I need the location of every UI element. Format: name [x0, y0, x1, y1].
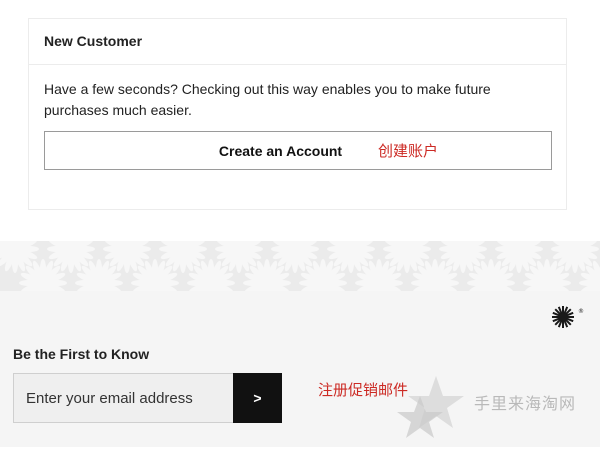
create-account-annotation: 创建账户: [378, 140, 438, 161]
flower-pattern: [0, 241, 600, 291]
email-input[interactable]: [13, 373, 233, 423]
create-account-button[interactable]: Create an Account 创建账户: [44, 131, 552, 170]
new-customer-heading: New Customer: [29, 19, 566, 65]
flower-shape: [0, 241, 39, 273]
newsletter-submit-button[interactable]: >: [233, 373, 282, 423]
new-customer-card: New Customer Have a few seconds? Checkin…: [28, 18, 567, 210]
decorative-flower-band: [0, 241, 600, 291]
new-customer-description: Have a few seconds? Checking out this wa…: [44, 79, 544, 121]
sunburst-logo-icon: ®: [551, 304, 585, 330]
newsletter-footer: ® Be the First to Know > 注册促销邮件: [0, 291, 600, 447]
new-customer-body: Have a few seconds? Checking out this wa…: [29, 65, 566, 170]
newsletter-heading: Be the First to Know: [13, 346, 149, 362]
create-account-label: Create an Account: [219, 143, 342, 159]
registered-mark: ®: [578, 308, 584, 315]
newsletter-form: >: [13, 373, 282, 423]
newsletter-annotation: 注册促销邮件: [318, 379, 408, 400]
